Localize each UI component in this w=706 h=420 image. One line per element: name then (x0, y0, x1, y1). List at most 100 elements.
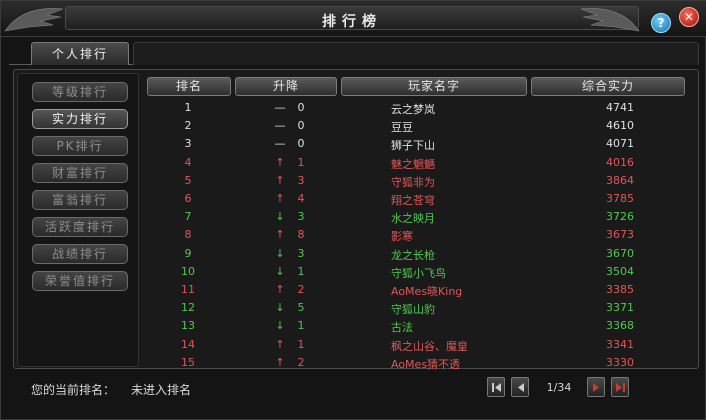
table-row[interactable]: 12 ↓ 5 守狐山豹 3371 (145, 299, 687, 317)
table-row[interactable]: 10 ↓ 1 守狐小飞鸟 3504 (145, 263, 687, 281)
title-bar[interactable]: 排行榜 ? ✕ (1, 1, 706, 37)
player-name-cell: 云之梦岚 (391, 103, 435, 116)
change-cell: 3 (297, 210, 305, 224)
table-row[interactable]: 9 ↓ 3 龙之长枪 3670 (145, 245, 687, 263)
power-cell: 4741 (606, 101, 634, 114)
change-cell: 2 (297, 283, 305, 296)
change-cell: 1 (297, 155, 305, 169)
change-cell: 4 (297, 192, 305, 205)
up-arrow-icon: ↑ (275, 337, 285, 351)
power-cell: 3785 (606, 192, 634, 205)
table-row[interactable]: 15 ↑ 2 AoMes猜不透 3330 (145, 354, 687, 372)
power-cell: 3726 (606, 210, 634, 224)
power-cell: 4016 (606, 155, 634, 169)
down-arrow-icon: ↓ (275, 301, 285, 315)
ranking-table: 排名 升降 玩家名字 综合实力 1—0 云之梦岚 4741 2—0 豆豆 4610 3—0 狮… (145, 77, 687, 371)
page-indicator: 1/34 (546, 381, 572, 394)
power-cell: 3864 (606, 173, 634, 187)
header-change: 升降 (235, 77, 337, 96)
table-row[interactable]: 13 ↓ 1 古法 3368 (145, 317, 687, 335)
table-row[interactable]: 6 ↑ 4 翔之苍穹 3785 (145, 190, 687, 208)
player-name-cell: AoMes晓King (391, 285, 463, 298)
table-row[interactable]: 8 ↑ 8 影寒 3673 (145, 226, 687, 244)
sidebar-item-4[interactable]: 富翁排行 (32, 190, 128, 210)
tab-bar-filler (133, 42, 699, 65)
ranking-category-sidebar: 等级排行实力排行 PK排行财富排行富翁排行活跃度排行战绩排行荣誉值排行 (17, 73, 139, 367)
table-row[interactable]: 2 — 0 豆豆 4610 (145, 117, 687, 135)
rank-cell: 1 (184, 101, 192, 114)
rank-cell: 5 (184, 173, 192, 187)
sidebar-item-0[interactable]: 等级排行 (32, 82, 128, 102)
table-row[interactable]: 1 — 0 云之梦岚 4741 (145, 99, 687, 117)
last-page-icon[interactable] (611, 377, 629, 397)
player-name-cell: 翔之苍穹 (391, 194, 435, 207)
rank-cell: 7 (184, 210, 192, 224)
rank-cell: 9 (184, 246, 192, 260)
rank-cell: 11 (181, 283, 195, 296)
rank-cell: 10 (181, 264, 195, 278)
table-row[interactable]: 4 ↑ 1 魅之魍魉 4016 (145, 154, 687, 172)
down-arrow-icon: ↓ (275, 264, 285, 278)
table-row[interactable]: 7 ↓ 3 水之映月 3726 (145, 208, 687, 226)
power-cell: 3330 (606, 355, 634, 369)
player-name-cell: 枫之山谷、魔皇 (391, 339, 468, 353)
power-cell: 3341 (606, 337, 634, 351)
player-name-cell: 狮子下山 (391, 139, 435, 153)
change-cell: 2 (297, 355, 305, 369)
rank-cell: 8 (184, 228, 192, 242)
player-name-cell: 守狐非为 (391, 175, 435, 189)
sidebar-item-1[interactable]: 实力排行 (32, 109, 128, 129)
player-name-cell: 古法 (391, 321, 413, 335)
change-cell: 8 (297, 228, 305, 242)
sidebar-item-2[interactable]: PK排行 (32, 136, 128, 156)
down-arrow-icon: ↓ (275, 210, 285, 224)
sidebar-item-7[interactable]: 荣誉值排行 (32, 271, 128, 291)
change-cell: 1 (297, 319, 305, 333)
no-change-icon: — (274, 137, 286, 151)
up-arrow-icon: ↑ (275, 173, 285, 187)
player-name-cell: 守狐小飞鸟 (391, 266, 446, 280)
rank-cell: 12 (181, 301, 195, 315)
tab-personal-ranking[interactable]: 个人排行 (31, 42, 129, 65)
prev-page-icon[interactable] (511, 377, 529, 397)
power-cell: 4610 (606, 119, 634, 133)
ranking-window: 排行榜 ? ✕ 个人排行 等级排行实力排行 PK排行财富排行富翁排行活跃度排行战绩… (0, 0, 706, 420)
sidebar-item-3[interactable]: 财富排行 (32, 163, 128, 183)
player-name-cell: 水之映月 (391, 212, 435, 226)
power-cell: 4071 (606, 137, 634, 151)
player-name-cell: 豆豆 (391, 121, 413, 135)
change-cell: 0 (297, 101, 305, 114)
close-icon[interactable]: ✕ (679, 7, 699, 27)
player-name-cell: 影寒 (391, 230, 413, 244)
up-arrow-icon: ↑ (275, 355, 285, 369)
next-page-icon[interactable] (587, 377, 605, 397)
change-cell: 1 (297, 264, 305, 278)
power-cell: 3673 (606, 228, 634, 242)
rank-cell: 3 (184, 137, 192, 151)
table-row[interactable]: 3 — 0 狮子下山 4071 (145, 135, 687, 153)
player-name-cell: 龙之长枪 (391, 248, 435, 262)
change-cell: 1 (297, 337, 305, 351)
title-plate: 排行榜 (65, 6, 639, 30)
sidebar-item-5[interactable]: 活跃度排行 (32, 217, 128, 237)
first-page-icon[interactable] (487, 377, 505, 397)
table-row[interactable]: 11 ↑ 2 AoMes晓King 3385 (145, 281, 687, 299)
help-icon[interactable]: ? (651, 13, 671, 33)
tab-bar: 个人排行 (9, 41, 699, 65)
sidebar-item-6[interactable]: 战绩排行 (32, 244, 128, 264)
up-arrow-icon: ↑ (275, 283, 285, 296)
table-row[interactable]: 5 ↑ 3 守狐非为 3864 (145, 172, 687, 190)
wing-ornament-icon (580, 8, 640, 32)
power-cell: 3670 (606, 246, 634, 260)
wing-ornament-icon (4, 8, 64, 32)
rank-cell: 13 (181, 319, 195, 333)
rank-cell: 15 (181, 355, 195, 369)
change-cell: 0 (297, 137, 305, 151)
no-change-icon: — (274, 119, 286, 133)
up-arrow-icon: ↑ (275, 155, 285, 169)
table-row[interactable]: 14 ↑ 1 枫之山谷、魔皇 3341 (145, 336, 687, 354)
current-rank-value: 未进入排名 (131, 383, 192, 397)
up-arrow-icon: ↑ (275, 192, 285, 205)
change-cell: 3 (297, 173, 305, 187)
no-change-icon: — (274, 101, 286, 114)
